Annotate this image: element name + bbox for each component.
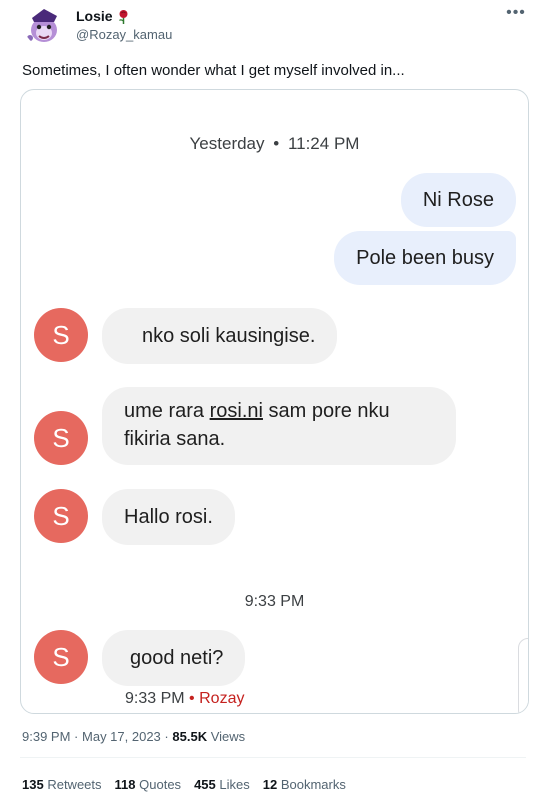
post-time[interactable]: 9:39 PM bbox=[22, 729, 70, 744]
stat-label: Bookmarks bbox=[280, 777, 346, 792]
handle[interactable]: @Rozay_kamau bbox=[76, 27, 172, 42]
tweet-meta: 9:39 PM · May 17, 2023 · 85.5K Views bbox=[22, 729, 245, 744]
footer-separator: • bbox=[189, 690, 195, 707]
message-link[interactable]: rosi.ni bbox=[210, 400, 263, 422]
outgoing-message: Pole been busy bbox=[334, 231, 516, 285]
stat-count: 455 bbox=[194, 777, 216, 792]
mid-timestamp: 9:33 PM bbox=[244, 593, 305, 610]
conversation-timestamp: Yesterday • 11:24 PM bbox=[21, 134, 528, 154]
stat-label: Retweets bbox=[47, 777, 102, 792]
timestamp-time: 11:24 PM bbox=[287, 134, 360, 153]
sender-avatar: S bbox=[34, 308, 88, 362]
incoming-message: Hallo rosi. bbox=[102, 489, 235, 545]
divider bbox=[20, 757, 526, 758]
display-name[interactable]: Losie bbox=[76, 8, 113, 24]
stat-count: 12 bbox=[262, 777, 278, 792]
more-horizontal-icon[interactable]: ••• bbox=[502, 4, 530, 26]
message-footer: 9:33 PM • Rozay bbox=[125, 690, 244, 708]
stat-count: 135 bbox=[22, 777, 44, 792]
partial-bubble bbox=[518, 638, 528, 713]
meta-separator: · bbox=[74, 729, 79, 744]
media-screenshot[interactable]: Yesterday • 11:24 PM Ni Rose Pole been b… bbox=[20, 89, 529, 714]
views-count: 85.5K bbox=[172, 729, 208, 744]
sender-avatar: S bbox=[34, 489, 88, 543]
engagement-stats: 135 Retweets 118 Quotes 455 Likes 12 Boo… bbox=[22, 777, 346, 792]
message-text: ume rara bbox=[124, 400, 210, 422]
incoming-message: ume rara rosi.ni sam pore nku fikiria sa… bbox=[102, 387, 456, 465]
quotes-stat[interactable]: 118 Quotes bbox=[115, 777, 182, 792]
timestamp-separator: • bbox=[273, 134, 280, 153]
user-block: Losie @Rozay_kamau bbox=[76, 8, 172, 42]
author-avatar[interactable] bbox=[24, 6, 64, 46]
meta-separator: · bbox=[164, 729, 169, 744]
outgoing-message: Ni Rose bbox=[400, 173, 516, 227]
incoming-message: nko soli kausingise. bbox=[102, 308, 338, 364]
post-date[interactable]: May 17, 2023 bbox=[82, 729, 161, 744]
views-label: Views bbox=[210, 729, 246, 744]
timestamp-day: Yesterday bbox=[189, 134, 265, 153]
bookmarks-stat[interactable]: 12 Bookmarks bbox=[263, 777, 346, 792]
footer-time: 9:33 PM bbox=[125, 690, 185, 707]
tweet-header: Losie @Rozay_kamau ••• bbox=[20, 4, 530, 48]
rose-icon bbox=[118, 9, 128, 24]
incoming-message: good neti? bbox=[102, 630, 246, 686]
sender-avatar: S bbox=[34, 630, 88, 684]
tweet-text: Sometimes, I often wonder what I get mys… bbox=[22, 62, 405, 79]
retweets-stat[interactable]: 135 Retweets bbox=[22, 777, 102, 792]
stat-label: Quotes bbox=[139, 777, 182, 792]
likes-stat[interactable]: 455 Likes bbox=[194, 777, 250, 792]
cartoon-avatar-icon bbox=[27, 9, 57, 42]
display-name-row[interactable]: Losie bbox=[76, 8, 172, 24]
sender-avatar: S bbox=[34, 411, 88, 465]
stat-count: 118 bbox=[114, 777, 136, 792]
stat-label: Likes bbox=[219, 777, 250, 792]
footer-sender: Rozay bbox=[199, 690, 245, 707]
